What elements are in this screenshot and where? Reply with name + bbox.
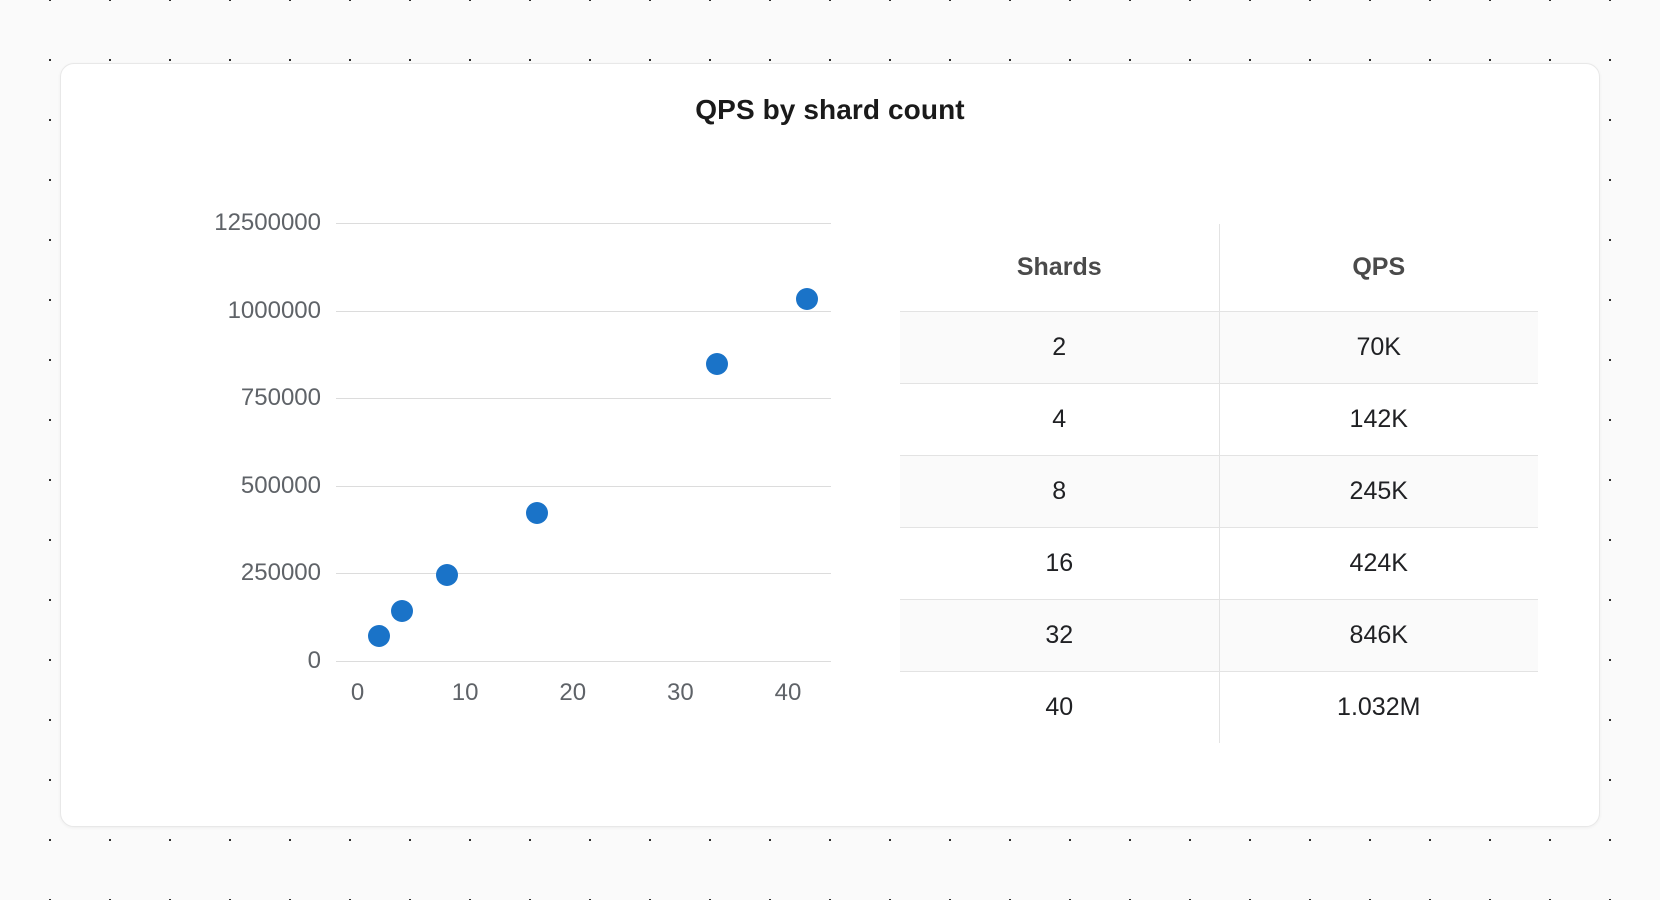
y-axis-tick-label: 0 xyxy=(307,647,321,674)
cell-shards: 2 xyxy=(900,311,1220,384)
table-row[interactable]: 40 1.032M xyxy=(900,671,1538,743)
table-header-row: Shards QPS xyxy=(900,224,1538,312)
table-row[interactable]: 4 142K xyxy=(900,383,1538,456)
cell-shards: 40 xyxy=(900,671,1220,743)
scatter-point[interactable] xyxy=(796,288,819,311)
scatter-point[interactable] xyxy=(368,625,391,648)
cell-qps: 1.032M xyxy=(1219,671,1538,743)
gridline xyxy=(336,223,831,224)
gridline xyxy=(336,661,831,662)
y-axis-tick-label: 12500000 xyxy=(214,209,321,236)
y-axis-tick-labels: 12500000 1000000 750000 500000 250000 0 xyxy=(101,209,321,674)
data-table-container: Shards QPS 2 70K 4 142K 8 245K 16 424K 32 846K 40 1… xyxy=(899,223,1539,744)
table-header: Shards QPS xyxy=(900,224,1538,312)
column-header-shards: Shards xyxy=(900,224,1220,312)
cell-qps: 846K xyxy=(1219,599,1538,672)
y-axis-tick-label: 1000000 xyxy=(227,296,321,324)
y-axis-tick-label: 250000 xyxy=(240,559,321,587)
x-axis-tick-label: 10 xyxy=(451,679,479,706)
x-axis-tick-label: 40 xyxy=(774,679,802,706)
cell-shards: 4 xyxy=(900,383,1220,456)
cell-qps: 142K xyxy=(1219,383,1538,456)
scatter-point[interactable] xyxy=(435,564,458,587)
table-row[interactable]: 32 846K xyxy=(900,599,1538,672)
table-row[interactable]: 8 245K xyxy=(900,455,1538,528)
table-row[interactable]: 2 70K xyxy=(900,311,1538,384)
table-row[interactable]: 16 424K xyxy=(900,527,1538,600)
x-axis-tick-label: 30 xyxy=(666,679,694,706)
cell-shards: 16 xyxy=(900,527,1220,600)
scatter-point[interactable] xyxy=(525,501,548,524)
cell-qps: 424K xyxy=(1219,527,1538,600)
cell-shards: 8 xyxy=(900,455,1220,528)
gridline xyxy=(336,573,831,575)
card-content: 12500000 1000000 750000 500000 250000 0 0 10 20… xyxy=(61,64,1599,826)
chart-card: QPS by shard count 12500000 1000000 750000… xyxy=(60,63,1600,827)
cell-shards: 32 xyxy=(900,599,1220,672)
x-axis-tick-label: 20 xyxy=(559,679,587,706)
gridline xyxy=(336,310,831,312)
gridline xyxy=(336,485,831,487)
gridline xyxy=(336,398,831,400)
plot-area xyxy=(336,223,831,662)
cell-qps: 245K xyxy=(1219,455,1538,528)
scatter-chart: 12500000 1000000 750000 500000 250000 0 0 10 20… xyxy=(101,194,841,764)
scatter-point[interactable] xyxy=(706,353,729,376)
x-axis-tick-label: 0 xyxy=(350,679,365,706)
y-axis-tick-label: 500000 xyxy=(240,471,321,499)
cell-qps: 70K xyxy=(1219,311,1538,384)
column-header-qps: QPS xyxy=(1219,224,1538,312)
x-axis-tick-labels: 0 10 20 30 40 xyxy=(336,679,831,713)
qps-data-table: Shards QPS 2 70K 4 142K 8 245K 16 424K 32 846K 40 1… xyxy=(899,223,1539,744)
y-axis-tick-label: 750000 xyxy=(240,384,321,412)
scatter-point[interactable] xyxy=(390,600,413,623)
table-body: 2 70K 4 142K 8 245K 16 424K 32 846K 40 1.032M xyxy=(900,311,1538,743)
